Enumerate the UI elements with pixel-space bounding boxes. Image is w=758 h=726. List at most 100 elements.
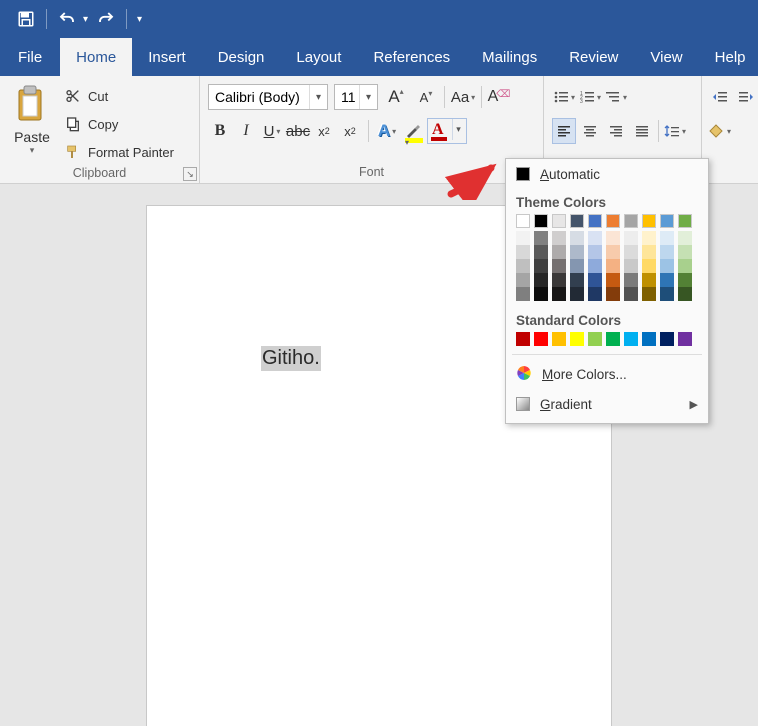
color-swatch[interactable] [516,273,530,287]
color-swatch[interactable] [642,259,656,273]
tab-insert[interactable]: Insert [132,38,202,76]
color-swatch[interactable] [624,231,638,245]
text-effects-button[interactable]: A [375,118,399,144]
gradient-item[interactable]: Gradient ▶ [506,389,708,419]
color-swatch[interactable] [678,273,692,287]
color-swatch[interactable] [660,332,674,346]
align-right-button[interactable] [604,118,628,144]
underline-button[interactable]: U [260,118,284,144]
color-swatch[interactable] [570,332,584,346]
color-swatch[interactable] [606,259,620,273]
justify-button[interactable] [630,118,654,144]
bold-button[interactable]: B [208,118,232,144]
color-swatch[interactable] [570,287,584,301]
paste-button[interactable]: Paste ▾ [8,80,56,164]
color-swatch[interactable] [534,287,548,301]
color-swatch[interactable] [534,273,548,287]
color-swatch[interactable] [606,287,620,301]
color-swatch[interactable] [588,332,602,346]
selected-text[interactable]: Gitiho. [261,346,321,371]
subscript-button[interactable]: x2 [312,118,336,144]
color-swatch[interactable] [678,231,692,245]
color-swatch[interactable] [642,273,656,287]
tab-view[interactable]: View [634,38,698,76]
color-swatch[interactable] [660,231,674,245]
color-swatch[interactable] [570,231,584,245]
numbering-button[interactable]: 123 [578,84,602,110]
color-swatch[interactable] [624,245,638,259]
color-swatch[interactable] [516,214,530,228]
decrease-indent-button[interactable] [708,84,732,110]
strikethrough-button[interactable]: abc [286,118,310,144]
color-swatch[interactable] [570,259,584,273]
color-swatch[interactable] [552,332,566,346]
color-swatch[interactable] [552,214,566,228]
color-swatch[interactable] [624,214,638,228]
tab-home[interactable]: Home [60,38,132,76]
color-swatch[interactable] [660,214,674,228]
tab-file[interactable]: File [0,38,60,76]
color-swatch[interactable] [678,287,692,301]
format-painter-button[interactable]: Format Painter [60,140,178,164]
color-swatch[interactable] [534,214,548,228]
color-swatch[interactable] [552,273,566,287]
color-swatch[interactable] [642,231,656,245]
color-swatch[interactable] [534,231,548,245]
multilevel-list-button[interactable] [604,84,628,110]
color-swatch[interactable] [678,332,692,346]
color-swatch[interactable] [516,245,530,259]
color-swatch[interactable] [660,273,674,287]
clipboard-dialog-launcher[interactable]: ↘ [183,167,197,181]
color-swatch[interactable] [606,273,620,287]
color-swatch[interactable] [588,245,602,259]
chevron-down-icon[interactable]: ▾ [452,119,464,140]
tab-layout[interactable]: Layout [280,38,357,76]
tab-review[interactable]: Review [553,38,634,76]
color-swatch[interactable] [606,332,620,346]
color-swatch[interactable] [552,245,566,259]
undo-dropdown-caret[interactable]: ▾ [83,14,88,25]
align-left-button[interactable] [552,118,576,144]
shading-button[interactable] [708,118,732,144]
save-icon[interactable] [14,7,38,31]
color-swatch[interactable] [624,332,638,346]
color-swatch[interactable] [588,214,602,228]
color-swatch[interactable] [534,259,548,273]
color-swatch[interactable] [678,214,692,228]
redo-icon[interactable] [94,7,118,31]
shrink-font-button[interactable]: A▾ [414,84,438,110]
color-swatch[interactable] [624,259,638,273]
color-swatch[interactable] [660,259,674,273]
color-swatch[interactable] [516,259,530,273]
color-swatch[interactable] [624,287,638,301]
undo-icon[interactable] [55,7,79,31]
color-swatch[interactable] [588,273,602,287]
color-swatch[interactable] [624,273,638,287]
color-swatch[interactable] [516,287,530,301]
color-swatch[interactable] [534,332,548,346]
cut-button[interactable]: Cut [60,84,178,108]
color-swatch[interactable] [642,332,656,346]
color-swatch[interactable] [552,259,566,273]
tab-references[interactable]: References [357,38,466,76]
grow-font-button[interactable]: A▴ [384,84,408,110]
color-swatch[interactable] [516,231,530,245]
color-swatch[interactable] [588,259,602,273]
automatic-color-item[interactable]: Automatic [506,159,708,189]
tab-help[interactable]: Help [699,38,758,76]
italic-button[interactable]: I [234,118,258,144]
color-swatch[interactable] [570,214,584,228]
increase-indent-button[interactable] [734,84,758,110]
color-swatch[interactable] [660,245,674,259]
highlight-color-button[interactable] [401,118,425,144]
color-swatch[interactable] [516,332,530,346]
font-color-split-button[interactable]: A ▾ [427,118,467,144]
customize-qat-caret[interactable]: ▾ [137,14,142,25]
color-swatch[interactable] [678,245,692,259]
color-swatch[interactable] [570,245,584,259]
more-colors-item[interactable]: More Colors... [506,359,708,389]
color-swatch[interactable] [606,245,620,259]
color-swatch[interactable] [552,231,566,245]
change-case-button[interactable]: Aa [451,84,475,110]
tab-design[interactable]: Design [202,38,281,76]
